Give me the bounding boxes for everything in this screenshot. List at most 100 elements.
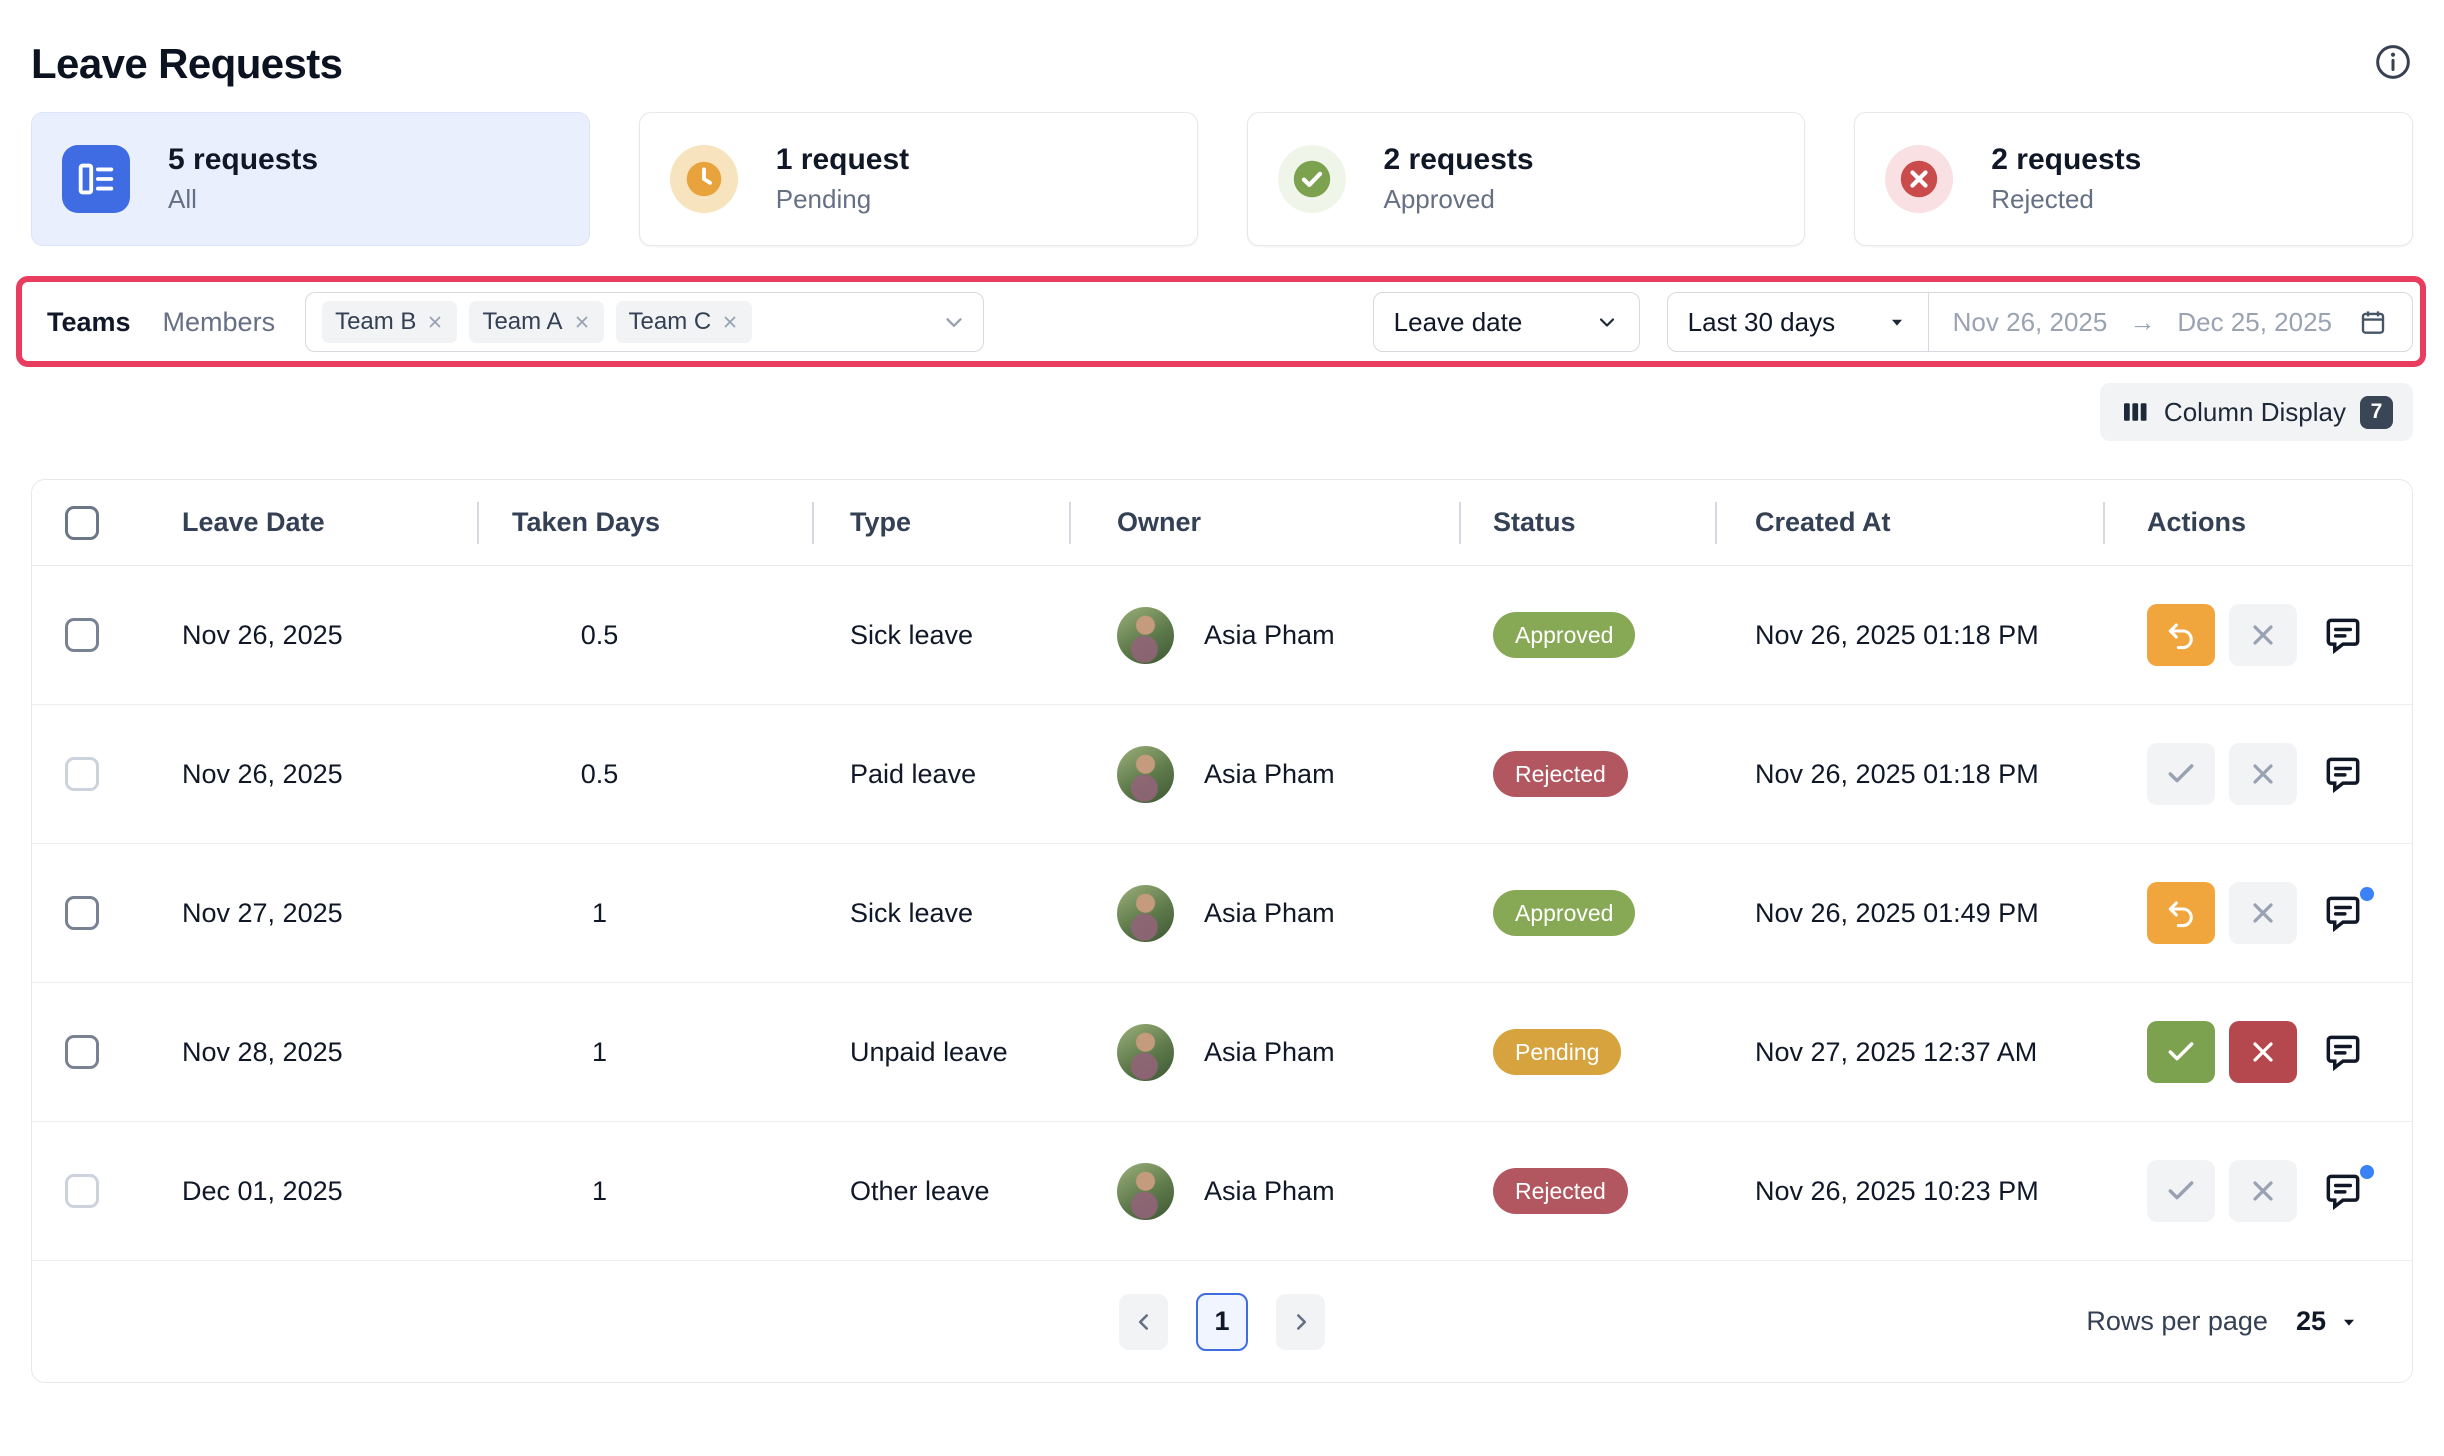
team-tag[interactable]: Team C — [616, 301, 753, 343]
info-icon[interactable] — [2373, 42, 2413, 85]
reject-button[interactable] — [2229, 882, 2297, 944]
approve-button[interactable] — [2147, 743, 2215, 805]
owner-cell: Asia Pham — [1069, 1163, 1459, 1220]
date-range-control: Last 30 days Nov 26, 2025 → Dec 25, 2025 — [1667, 292, 2413, 352]
team-tag[interactable]: Team A — [469, 301, 603, 343]
reject-button[interactable] — [2229, 1021, 2297, 1083]
filter-mode-tabs: Teams Members — [31, 307, 275, 338]
chevron-down-icon[interactable] — [941, 309, 967, 335]
actions-cell — [2103, 604, 2412, 666]
date-preset-select[interactable]: Last 30 days — [1668, 293, 1929, 351]
table-row: Nov 26, 2025 0.5 Sick leave Asia Pham Ap… — [32, 566, 2412, 705]
summary-card-rejected[interactable]: 2 requests Rejected — [1854, 112, 2413, 246]
reject-button[interactable] — [2229, 1160, 2297, 1222]
leave-type-value: Sick leave — [812, 898, 1069, 929]
date-range-display[interactable]: Nov 26, 2025 → Dec 25, 2025 — [1929, 293, 2412, 351]
next-page-button[interactable] — [1276, 1294, 1325, 1350]
tab-members[interactable]: Members — [163, 307, 276, 338]
leave-type-value: Sick leave — [812, 620, 1069, 651]
undo-approval-button[interactable] — [2147, 882, 2215, 944]
status-badge: Approved — [1493, 612, 1635, 658]
summary-card-all[interactable]: 5 requests All — [31, 112, 590, 246]
created-at-value: Nov 26, 2025 10:23 PM — [1715, 1176, 2103, 1207]
taken-days-value: 0.5 — [512, 759, 687, 790]
team-tag[interactable]: Team B — [322, 301, 457, 343]
table-row: Nov 27, 2025 1 Sick leave Asia Pham Appr… — [32, 844, 2412, 983]
unread-comment-dot — [2360, 887, 2374, 901]
remove-tag-icon[interactable] — [573, 313, 591, 331]
card-count: 2 requests — [1991, 143, 2141, 177]
remove-tag-icon[interactable] — [721, 313, 739, 331]
card-label: Pending — [776, 184, 909, 215]
col-header-owner: Owner — [1069, 480, 1459, 565]
taken-days-cell: 1 — [477, 1176, 812, 1207]
table-header-row: Leave Date Taken Days Type Owner Status … — [32, 480, 2412, 566]
leave-type-value: Other leave — [812, 1176, 1069, 1207]
all-requests-icon — [62, 145, 130, 213]
prev-page-button[interactable] — [1119, 1294, 1168, 1350]
teams-multiselect[interactable]: Team B Team A Team C — [305, 292, 984, 352]
status-cell: Rejected — [1459, 1168, 1715, 1214]
row-checkbox[interactable] — [65, 1174, 99, 1208]
created-at-value: Nov 26, 2025 01:18 PM — [1715, 620, 2103, 651]
owner-cell: Asia Pham — [1069, 607, 1459, 664]
avatar — [1117, 885, 1174, 942]
undo-approval-button[interactable] — [2147, 604, 2215, 666]
rows-per-page-label: Rows per page — [2086, 1306, 2268, 1337]
table-row: Dec 01, 2025 1 Other leave Asia Pham Rej… — [32, 1122, 2412, 1261]
comment-button[interactable] — [2311, 1021, 2375, 1083]
row-checkbox[interactable] — [65, 757, 99, 791]
date-field-select[interactable]: Leave date — [1373, 292, 1640, 352]
avatar — [1117, 1163, 1174, 1220]
pending-icon — [670, 145, 738, 213]
rows-per-page-select[interactable]: 25 — [2296, 1306, 2360, 1337]
status-badge: Rejected — [1493, 1168, 1628, 1214]
reject-button[interactable] — [2229, 604, 2297, 666]
date-field-label: Leave date — [1394, 307, 1523, 338]
reject-button[interactable] — [2229, 743, 2297, 805]
remove-tag-icon[interactable] — [426, 313, 444, 331]
approve-button[interactable] — [2147, 1160, 2215, 1222]
status-cell: Rejected — [1459, 751, 1715, 797]
card-label: Approved — [1384, 184, 1534, 215]
col-header-actions: Actions — [2103, 480, 2412, 565]
leave-date-value: Nov 26, 2025 — [142, 620, 477, 651]
chevron-down-icon — [1595, 310, 1619, 334]
row-checkbox[interactable] — [65, 896, 99, 930]
page-number-button[interactable]: 1 — [1196, 1293, 1248, 1351]
row-checkbox[interactable] — [65, 1035, 99, 1069]
summary-card-pending[interactable]: 1 request Pending — [639, 112, 1198, 246]
comment-button[interactable] — [2311, 1160, 2375, 1222]
status-badge: Approved — [1493, 890, 1635, 936]
comment-button[interactable] — [2311, 882, 2375, 944]
row-checkbox[interactable] — [65, 618, 99, 652]
select-all-checkbox[interactable] — [65, 506, 99, 540]
column-display-button[interactable]: Column Display 7 — [2100, 383, 2413, 441]
summary-cards: 5 requests All 1 request Pending — [31, 112, 2413, 246]
calendar-icon[interactable] — [2358, 307, 2388, 337]
leave-date-value: Nov 27, 2025 — [142, 898, 477, 929]
comment-button[interactable] — [2311, 743, 2375, 805]
column-count-badge: 7 — [2360, 396, 2393, 429]
summary-card-approved[interactable]: 2 requests Approved — [1247, 112, 1806, 246]
filter-bar: Teams Members Team B Team A Team — [31, 292, 2413, 352]
created-at-value: Nov 26, 2025 01:49 PM — [1715, 898, 2103, 929]
team-tag-label: Team B — [335, 308, 416, 336]
comment-button[interactable] — [2311, 604, 2375, 666]
page-header: Leave Requests — [31, 0, 2413, 88]
card-count: 5 requests — [168, 143, 318, 177]
select-all-cell — [32, 506, 142, 540]
owner-name: Asia Pham — [1204, 620, 1335, 651]
leave-date-value: Nov 26, 2025 — [142, 759, 477, 790]
tab-teams[interactable]: Teams — [47, 307, 131, 338]
col-header-created-at: Created At — [1715, 480, 2103, 565]
taken-days-cell: 0.5 — [477, 620, 812, 651]
leave-date-value: Nov 28, 2025 — [142, 1037, 477, 1068]
approve-button[interactable] — [2147, 1021, 2215, 1083]
table-row: Nov 28, 2025 1 Unpaid leave Asia Pham Pe… — [32, 983, 2412, 1122]
table-columns-icon — [2120, 397, 2150, 427]
card-label: All — [168, 184, 318, 215]
team-tag-label: Team A — [482, 308, 562, 336]
owner-cell: Asia Pham — [1069, 1024, 1459, 1081]
owner-name: Asia Pham — [1204, 898, 1335, 929]
